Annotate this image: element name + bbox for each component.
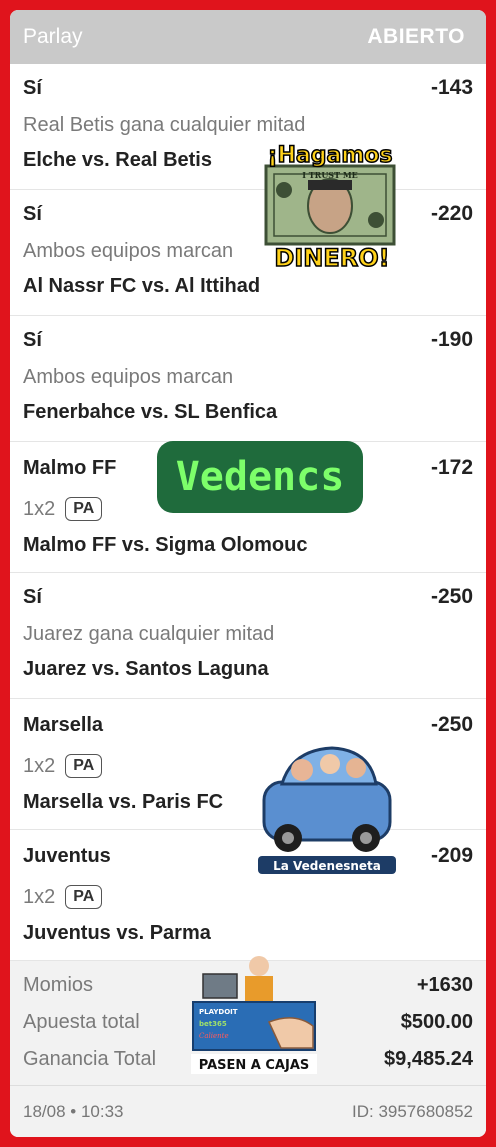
slip-footer: 18/08 • 10:33 ID: 3957680852 bbox=[10, 1085, 486, 1137]
leg-market-text: 1x2 bbox=[23, 885, 56, 908]
money-bill-image: I TRUST ME ¡Hagamos DINERO! bbox=[264, 142, 396, 273]
leg-odds: -190 bbox=[430, 328, 473, 351]
leg-match: Juventus vs. Parma bbox=[23, 922, 211, 944]
leg-market: Juarez gana cualquier mitad bbox=[23, 622, 275, 645]
slip-id: ID: 3957680852 bbox=[352, 1101, 473, 1121]
slip-title: Parlay bbox=[23, 25, 83, 48]
leg-odds: -209 bbox=[430, 844, 473, 867]
stake-label: Apuesta total bbox=[23, 1011, 140, 1033]
leg-odds: -250 bbox=[430, 585, 473, 608]
slip-status: ABIERTO bbox=[367, 25, 465, 48]
leg-match: Al Nassr FC vs. Al Ittihad bbox=[23, 275, 261, 297]
leg-selection: Sí bbox=[23, 76, 42, 99]
cash-caption: PASEN A CAJAS bbox=[199, 1058, 310, 1073]
win-label: Ganancia Total bbox=[23, 1048, 157, 1070]
leg-odds: -143 bbox=[430, 76, 473, 99]
slip-header: Parlay ABIERTO bbox=[10, 10, 486, 64]
brand-1: PLAYDOIT bbox=[199, 1008, 238, 1016]
leg-market: 1x2 PA bbox=[23, 751, 473, 781]
leg-odds: -250 bbox=[430, 713, 473, 736]
leg-selection: Juventus bbox=[23, 844, 111, 867]
brand-3: Caliente bbox=[199, 1032, 229, 1040]
leg-market: 1x2 PA bbox=[23, 882, 473, 912]
leg-selection: Sí bbox=[23, 585, 42, 608]
money-top-text: ¡Hagamos bbox=[267, 143, 392, 168]
list-item[interactable]: Sí -190 Ambos equipos marcan Fenerbahce … bbox=[10, 316, 486, 442]
momios-label: Momios bbox=[23, 974, 94, 996]
bill-text: I TRUST ME bbox=[302, 170, 358, 180]
momios-value: +1630 bbox=[416, 974, 473, 996]
leg-match: Elche vs. Real Betis bbox=[23, 149, 212, 171]
list-item[interactable]: Sí -143 Real Betis gana cualquier mitad … bbox=[10, 64, 486, 190]
vedencs-badge: Vedencs bbox=[157, 441, 363, 513]
leg-selection: Sí bbox=[23, 328, 42, 351]
cashier-image: PLAYDOIT bet365 Caliente PASEN A CAJAS bbox=[191, 956, 317, 1074]
leg-market: Real Betis gana cualquier mitad bbox=[23, 113, 306, 136]
leg-odds: -172 bbox=[430, 456, 473, 479]
leg-selection: Malmo FF bbox=[23, 456, 117, 479]
list-item[interactable]: Sí -250 Juarez gana cualquier mitad Juar… bbox=[10, 573, 486, 699]
leg-odds: -220 bbox=[430, 202, 473, 225]
leg-match: Marsella vs. Paris FC bbox=[23, 791, 224, 813]
leg-market-text: 1x2 bbox=[23, 497, 56, 520]
leg-match: Fenerbahce vs. SL Benfica bbox=[23, 401, 278, 423]
leg-selection: Marsella bbox=[23, 713, 104, 736]
slip-date: 18/08 • 10:33 bbox=[23, 1101, 124, 1121]
brand-2: bet365 bbox=[199, 1020, 227, 1028]
list-item[interactable]: Marsella -250 1x2 PA Marsella vs. Paris … bbox=[10, 699, 486, 830]
leg-match: Juarez vs. Santos Laguna bbox=[23, 658, 269, 680]
win-value: $9,485.24 bbox=[384, 1048, 473, 1070]
money-sticker: I TRUST ME ¡Hagamos DINERO! bbox=[260, 136, 400, 273]
pa-badge: PA bbox=[65, 497, 103, 521]
car-image: La Vedenesneta bbox=[258, 746, 396, 874]
cash-sticker: PLAYDOIT bet365 Caliente PASEN A CAJAS bbox=[185, 952, 323, 1076]
leg-match: Malmo FF vs. Sigma Olomouc bbox=[23, 534, 308, 556]
leg-selection: Sí bbox=[23, 202, 42, 225]
leg-market: Ambos equipos marcan bbox=[23, 239, 234, 262]
car-sticker: La Vedenesneta bbox=[252, 730, 402, 880]
car-caption: La Vedenesneta bbox=[273, 859, 381, 873]
stake-value: $500.00 bbox=[400, 1011, 473, 1033]
list-item[interactable]: Sí -220 Ambos equipos marcan Al Nassr FC… bbox=[10, 190, 486, 316]
pa-badge: PA bbox=[65, 885, 103, 909]
list-item[interactable]: Juventus -209 1x2 PA Juventus vs. Parma bbox=[10, 830, 486, 961]
leg-market: Ambos equipos marcan bbox=[23, 365, 234, 388]
money-bottom-text: DINERO! bbox=[274, 244, 389, 270]
pa-badge: PA bbox=[65, 754, 103, 778]
leg-market-text: 1x2 bbox=[23, 754, 56, 777]
